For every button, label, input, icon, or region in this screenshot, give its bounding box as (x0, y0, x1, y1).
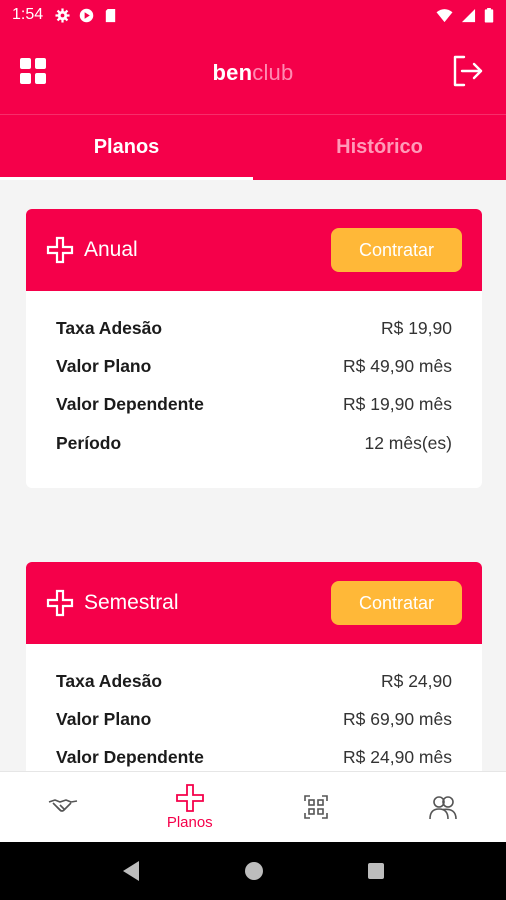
home-icon[interactable] (244, 861, 264, 881)
plan-card-semestral: Semestral Contratar Taxa Adesão R$ 24,90 … (26, 562, 482, 771)
plan-header: Semestral Contratar (26, 562, 482, 644)
nav-item-parceiros[interactable] (0, 772, 127, 842)
status-time: 1:54 (12, 6, 44, 23)
detail-label: Período (56, 432, 122, 453)
system-navigation-bar (0, 842, 506, 900)
detail-value: R$ 49,90 mês (343, 355, 452, 376)
handshake-icon (48, 799, 78, 812)
logout-icon[interactable] (450, 54, 484, 88)
plan-title: Semestral (84, 591, 179, 614)
contratar-button[interactable]: Contratar (331, 228, 462, 272)
detail-row: Taxa Adesão R$ 19,90 (56, 309, 452, 347)
detail-row: Período 12 mês(es) (56, 424, 452, 462)
battery-icon (484, 7, 494, 23)
status-bar: 1:54 (0, 0, 506, 30)
contratar-button[interactable]: Contratar (331, 581, 462, 625)
nav-item-planos[interactable]: Planos (127, 772, 254, 842)
plan-card-anual: Anual Contratar Taxa Adesão R$ 19,90 Valo… (26, 209, 482, 488)
app-bar: benclub (0, 30, 506, 114)
plus-icon (46, 236, 74, 264)
detail-label: Valor Plano (56, 355, 152, 376)
detail-row: Taxa Adesão R$ 24,90 (56, 662, 452, 700)
sd-card-icon (105, 8, 116, 22)
detail-label: Valor Dependente (56, 747, 204, 768)
detail-label: Valor Dependente (56, 394, 204, 415)
plan-header: Anual Contratar (26, 209, 482, 291)
detail-value: 12 mês(es) (364, 432, 452, 453)
benclub-logo: benclub (212, 60, 294, 85)
detail-label: Taxa Adesão (56, 317, 163, 338)
nav-item-qr-code[interactable] (253, 772, 380, 842)
detail-label: Valor Plano (56, 708, 152, 729)
detail-value: R$ 69,90 mês (343, 708, 452, 729)
plan-details: Taxa Adesão R$ 24,90 Valor Plano R$ 69,90 … (26, 644, 482, 771)
back-icon[interactable] (121, 860, 141, 882)
nav-label: Planos (166, 813, 213, 831)
detail-row: Valor Plano R$ 49,90 mês (56, 347, 452, 385)
plans-list[interactable]: Anual Contratar Taxa Adesão R$ 19,90 Valo… (0, 180, 506, 771)
detail-value: R$ 19,90 (380, 317, 452, 338)
tab-bar: Planos Histórico (0, 114, 506, 180)
detail-value: R$ 24,90 mês (343, 747, 452, 768)
qr-code-icon (304, 795, 329, 819)
detail-label: Taxa Adesão (56, 670, 163, 691)
wifi-icon (436, 8, 453, 22)
detail-value: R$ 19,90 mês (343, 394, 452, 415)
recents-icon[interactable] (367, 862, 385, 880)
settings-icon (55, 7, 70, 23)
nav-item-dependentes[interactable] (380, 772, 506, 842)
tab-planos[interactable]: Planos (0, 115, 253, 180)
detail-row: Valor Dependente R$ 19,90 mês (56, 386, 452, 424)
tab-historico[interactable]: Histórico (253, 115, 506, 180)
plus-icon (46, 589, 74, 617)
signal-icon (461, 8, 476, 22)
detail-value: R$ 24,90 (380, 670, 452, 691)
plan-details: Taxa Adesão R$ 19,90 Valor Plano R$ 49,90 … (26, 291, 482, 482)
group-icon (428, 796, 457, 820)
bottom-navigation: Planos (0, 771, 506, 842)
plan-title: Anual (84, 238, 138, 261)
play-store-icon (79, 8, 94, 22)
detail-row: Valor Plano R$ 69,90 mês (56, 700, 452, 738)
detail-row: Valor Dependente R$ 24,90 mês (56, 739, 452, 771)
plus-icon (175, 783, 204, 812)
